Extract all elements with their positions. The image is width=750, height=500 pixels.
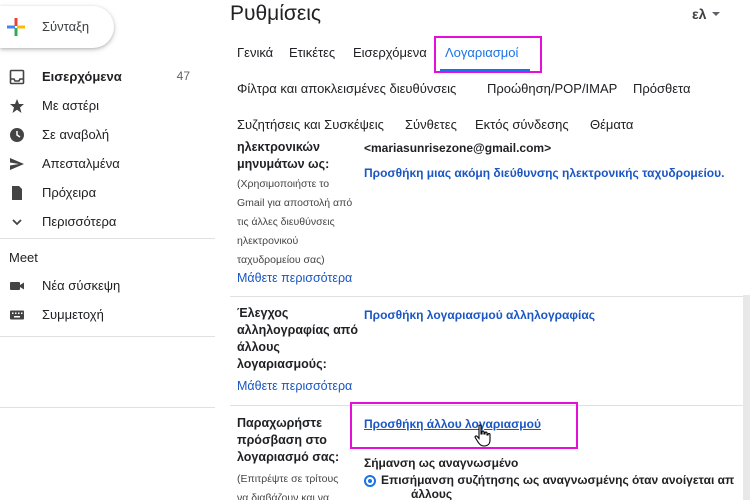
highlight-box-accounts-tab	[434, 36, 542, 73]
note-line: Gmail για αποστολή από	[237, 197, 353, 209]
send-as-note: (Χρησιμοποιήστε το Gmail για αποστολή απ…	[237, 175, 362, 270]
radio-label-line: άλλους	[411, 487, 453, 500]
plus-icon	[7, 18, 25, 36]
label-line: μηνυμάτων ως:	[237, 157, 330, 171]
sidebar-item-label: Με αστέρι	[42, 98, 99, 113]
divider	[0, 238, 215, 239]
caret-down-icon[interactable]	[712, 12, 720, 16]
sidebar-item-inbox[interactable]: Εισερχόμενα 47	[0, 63, 215, 91]
divider	[0, 336, 215, 337]
sidebar-item-snoozed[interactable]: Σε αναβολή	[0, 121, 215, 149]
grant-access-label: Παραχωρήστε πρόσβαση στο λογαριασμό σας:	[237, 415, 362, 466]
scrollbar[interactable]	[743, 295, 750, 500]
section-divider	[230, 296, 750, 297]
sidebar-item-label: Περισσότερα	[42, 214, 117, 229]
send-as-label: ηλεκτρονικών μηνυμάτων ως:	[237, 139, 362, 173]
sidebar-item-more[interactable]: Περισσότερα	[0, 208, 215, 236]
note-line: τις άλλες διευθύνσεις	[237, 216, 335, 228]
radio-label-line: Επισήμανση συζήτησης ως αναγνωσμένης ότα…	[381, 473, 735, 487]
send-as-email: <mariasunrisezone@gmail.com>	[364, 141, 552, 155]
tab-general[interactable]: Γενικά	[237, 45, 273, 60]
inbox-icon	[9, 69, 25, 85]
label-line: Έλεγχος	[237, 306, 289, 320]
tab-labels[interactable]: Ετικέτες	[289, 45, 335, 60]
chevron-down-icon	[12, 219, 22, 226]
note-line: ταχυδρομείου σας)	[237, 254, 325, 266]
tab-chat-meet[interactable]: Συζητήσεις και Συσκέψεις	[237, 117, 384, 132]
tab-themes[interactable]: Θέματα	[590, 117, 633, 132]
note-line: (Χρησιμοποιήστε το	[237, 178, 330, 190]
label-line: άλλους	[237, 340, 280, 354]
sidebar-item-label: Συμμετοχή	[42, 307, 104, 322]
sidebar-item-drafts[interactable]: Πρόχειρα	[0, 179, 215, 207]
note-line: να διαβάζουν και να	[237, 492, 330, 500]
tab-addons[interactable]: Πρόσθετα	[633, 81, 691, 96]
mark-as-read-title: Σήμανση ως αναγνωσμένο	[364, 456, 519, 470]
label-line: λογαριασμό σας:	[237, 450, 340, 464]
sidebar-item-label: Πρόχειρα	[42, 185, 97, 200]
send-icon	[10, 158, 24, 170]
compose-button[interactable]: Σύνταξη	[0, 6, 114, 48]
label-line: ηλεκτρονικών	[237, 140, 320, 154]
sidebar-item-label: Νέα σύσκεψη	[42, 278, 121, 293]
hand-cursor-icon	[474, 424, 491, 447]
sidebar-item-join-meeting[interactable]: Συμμετοχή	[0, 301, 215, 329]
learn-more-link[interactable]: Μάθετε περισσότερα	[237, 379, 352, 393]
label-line: πρόσβαση στο	[237, 433, 327, 447]
grant-access-note: (Επιτρέψτε σε τρίτους να διαβάζουν και ν…	[237, 470, 362, 500]
language-selector[interactable]: ελ	[692, 6, 706, 22]
star-icon	[10, 99, 24, 113]
page-title: Ρυθμίσεις	[230, 2, 322, 25]
check-mail-label: Έλεγχος αλληλογραφίας από άλλους λογαρια…	[237, 305, 362, 373]
add-mail-account-link[interactable]: Προσθήκη λογαριασμού αλληλογραφίας	[364, 308, 595, 322]
note-line: (Επιτρέψτε σε τρίτους	[237, 473, 339, 485]
add-another-address-link[interactable]: Προσθήκη μιας ακόμη διεύθυνσης ηλεκτρονι…	[364, 166, 724, 180]
label-line: λογαριασμούς:	[237, 357, 327, 371]
highlight-box-add-account	[350, 402, 578, 449]
sidebar-item-label: Απεσταλμένα	[42, 156, 120, 171]
note-line: ηλεκτρονικού	[237, 235, 299, 247]
mark-read-radio[interactable]	[364, 475, 376, 487]
compose-label: Σύνταξη	[42, 19, 90, 34]
sidebar-item-label: Σε αναβολή	[42, 127, 110, 142]
meet-section-title: Meet	[9, 250, 38, 265]
clock-icon	[10, 128, 24, 142]
keyboard-icon	[10, 310, 24, 320]
draft-icon	[12, 186, 22, 200]
sidebar-item-label: Εισερχόμενα	[42, 69, 122, 84]
tab-offline[interactable]: Εκτός σύνδεσης	[475, 117, 569, 132]
label-line: αλληλογραφίας από	[237, 323, 358, 337]
gmail-settings-window: Σύνταξη Εισερχόμενα 47 Με αστέρι Σε αναβ…	[0, 0, 750, 500]
tab-inbox[interactable]: Εισερχόμενα	[353, 45, 427, 60]
tab-advanced[interactable]: Σύνθετες	[405, 117, 457, 132]
sidebar-item-new-meeting[interactable]: Νέα σύσκεψη	[0, 272, 215, 300]
tab-forwarding[interactable]: Προώθηση/POP/IMAP	[487, 81, 617, 96]
sidebar-item-starred[interactable]: Με αστέρι	[0, 92, 215, 120]
sidebar-item-sent[interactable]: Απεσταλμένα	[0, 150, 215, 178]
tab-filters[interactable]: Φίλτρα και αποκλεισμένες διευθύνσεις	[237, 81, 456, 96]
sidebar: Σύνταξη Εισερχόμενα 47 Με αστέρι Σε αναβ…	[0, 0, 215, 500]
label-line: Παραχωρήστε	[237, 416, 323, 430]
divider	[0, 407, 215, 408]
unread-count: 47	[176, 69, 190, 83]
learn-more-link[interactable]: Μάθετε περισσότερα	[237, 271, 352, 285]
mark-read-radio-label[interactable]: Επισήμανση συζήτησης ως αναγνωσμένης ότα…	[381, 473, 734, 500]
videocam-icon	[10, 282, 24, 290]
